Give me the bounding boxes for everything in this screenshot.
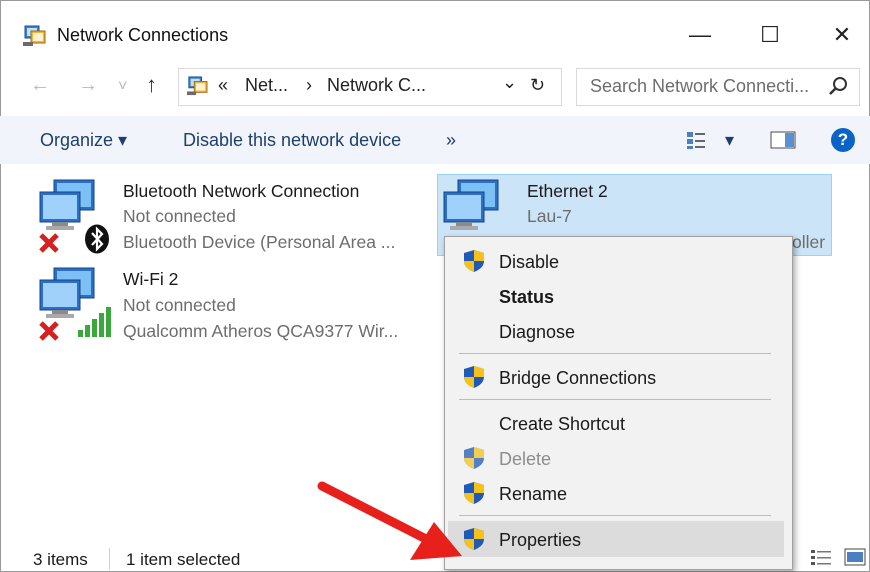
menu-item-create-shortcut[interactable]: Create Shortcut [499,414,625,435]
item-name[interactable]: Ethernet 2 [527,181,608,202]
item-name[interactable]: Wi-Fi 2 [123,269,178,290]
item-device: oller [792,232,826,252]
context-menu [444,236,793,570]
menu-separator [459,399,771,400]
disable-device-button[interactable]: Disable this network device [183,130,401,151]
menu-separator [459,515,771,516]
address-dropdown-button[interactable]: ⌄ [502,72,517,93]
bluetooth-icon [85,224,109,254]
command-bar [0,116,870,164]
menu-item-status[interactable]: Status [499,287,554,308]
back-button[interactable]: ← [30,74,50,97]
status-item-count: 3 items [33,550,88,569]
status-selection-count: 1 item selected [126,550,241,569]
control-panel-icon [187,76,208,96]
red-arrow-annotation [317,481,462,560]
menu-separator [459,353,771,354]
menu-item-diagnose[interactable]: Diagnose [499,322,575,343]
change-view-icon[interactable] [686,130,712,150]
uac-shield-icon [464,250,484,272]
organize-menu-button[interactable]: Organize ▾ [40,130,127,151]
item-device: Qualcomm Atheros QCA9377 Wir... [123,321,399,341]
refresh-button[interactable]: ↻ [530,75,545,96]
search-placeholder: Search Network Connecti... [590,76,810,96]
search-icon[interactable] [829,76,849,96]
item-status: Not connected [123,295,236,315]
breadcrumb-network[interactable]: Net... [245,75,288,96]
breadcrumb-separator[interactable]: › [306,75,312,96]
item-status: Not connected [123,206,236,226]
uac-shield-icon [464,366,484,388]
disconnected-x-icon [39,233,59,253]
details-view-icon[interactable] [810,548,832,566]
item-device: Bluetooth Device (Personal Area ... [123,232,396,252]
item-name[interactable]: Bluetooth Network Connection [123,181,359,202]
more-commands-button[interactable]: » [446,130,456,151]
address-overflow[interactable]: « [218,75,228,96]
up-button[interactable]: ↑ [146,72,157,98]
view-options-dropdown[interactable]: ▾ [725,130,734,151]
uac-shield-icon [464,447,484,469]
preview-pane-icon[interactable] [770,131,796,149]
close-button[interactable]: ✕ [814,18,870,52]
forward-button[interactable]: → [78,74,98,97]
minimize-button[interactable]: — [672,18,728,52]
status-divider [109,548,110,570]
disconnected-x-icon [39,321,59,341]
signal-strength-icon [78,307,111,337]
breadcrumb-network-connections[interactable]: Network C... [327,75,426,96]
menu-item-delete: Delete [499,449,552,469]
network-connections-app-icon [23,25,46,46]
menu-item-properties[interactable]: Properties [499,530,581,551]
menu-item-rename[interactable]: Rename [499,484,567,505]
menu-item-bridge-connections[interactable]: Bridge Connections [499,368,656,389]
large-icons-view-icon[interactable] [844,548,866,566]
help-button[interactable]: ? [831,128,855,152]
menu-item-disable[interactable]: Disable [499,252,559,273]
maximize-button[interactable]: ☐ [742,18,798,52]
recent-locations-button[interactable]: ˅ [118,78,127,96]
item-status: Lau-7 [527,206,572,226]
window-title: Network Connections [57,25,229,45]
